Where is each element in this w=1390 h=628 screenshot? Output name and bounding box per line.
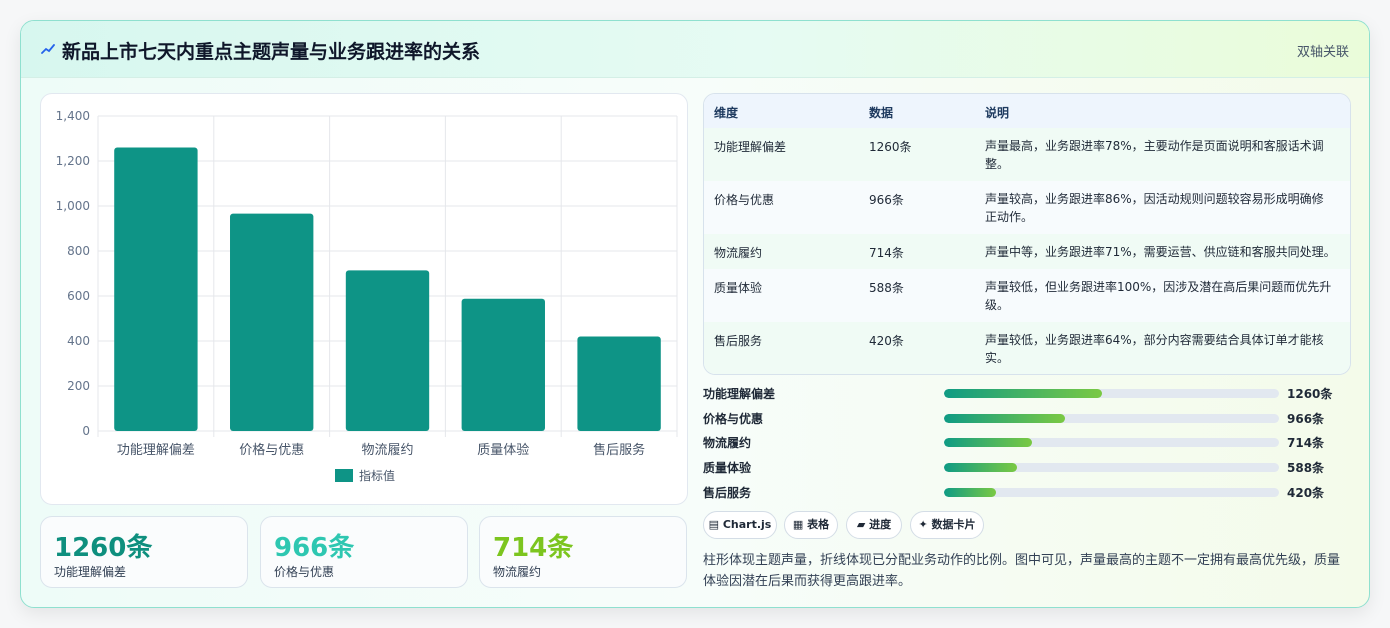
tag-data-card[interactable]: ✦ 数据卡片 [910,511,984,539]
bar [461,298,545,431]
dashboard-card: 新品上市七天内重点主题声量与业务跟进率的关系 双轴关联 0 200 400 600 80… [20,20,1370,608]
stat-card: 1260条 功能理解偏差 [40,516,248,588]
progress-fill [944,389,1103,398]
cell-data: 1260条 [869,140,912,154]
stat-card: 966条 价格与优惠 [260,516,468,588]
stat-label: 功能理解偏差 [54,565,127,579]
dual-axis-label: 双轴关联 [1296,45,1349,60]
progress-label: 物流履约 [703,436,752,450]
table-row: 功能理解偏差 1260条 声量最高，业务跟进率78%，主要动作是页面说明和客服话… [704,128,1350,182]
stat-card: 714条 物流履约 [479,516,687,588]
y-tick-label: 1,200 [56,154,90,168]
bar-chart: 0 200 400 600 800 1,000 1,200 1,400 功能理解偏差 价格与优惠 物… [56,109,678,483]
progress-label: 功能理解偏差 [703,387,776,401]
progress-label: 价格与优惠 [703,412,764,426]
cell-description: 声量较低，但业务跟进率100%，因涉及潜在高后果问题而优先升级。 [985,280,1332,312]
table-row: 质量体验 588条 声量较低，但业务跟进率100%，因涉及潜在高后果问题而优先升… [704,269,1350,323]
y-tick-label: 1,000 [56,199,90,213]
table-header: 维度 数据 说明 [704,94,1350,129]
bar [577,336,661,431]
progress-item: 功能理解偏差 1260条 [703,383,1349,403]
cell-data: 966条 [869,193,904,207]
progress-fill [944,463,1018,472]
column-header: 说明 [985,106,1010,120]
cell-data: 588条 [869,281,904,295]
progress-value: 588条 [1287,461,1325,475]
bar [345,270,430,431]
stat-value: 1260条 [54,533,153,563]
progress-value: 420条 [1287,486,1325,500]
y-tick-label: 1,400 [56,109,90,123]
progress-item: 售后服务 420条 [703,482,1349,502]
cell-dimension: 功能理解偏差 [714,140,787,154]
x-tick-label: 价格与优惠 [239,442,304,458]
x-tick-label: 物流履约 [361,443,413,458]
bar [230,213,314,431]
cell-dimension: 售后服务 [714,334,763,348]
cell-dimension: 价格与优惠 [714,193,775,207]
trend-icon [41,44,55,54]
y-tick-label: 0 [82,424,90,438]
legend-swatch [335,469,353,482]
progress-track [944,438,1279,447]
progress-value: 714条 [1287,436,1325,450]
progress-track [944,414,1279,423]
progress-value: 966条 [1287,412,1325,426]
stat-value: 966条 [274,533,355,563]
tag-table[interactable]: ▦ 表格 [784,511,838,539]
y-tick-label: 600 [67,289,90,303]
tag-progress[interactable]: ▰ 进度 [846,511,902,539]
y-tick-label: 400 [67,334,90,348]
cell-description: 声量较低，业务跟进率64%，部分内容需要结合具体订单才能核实。 [985,333,1324,365]
progress-item: 质量体验 588条 [703,457,1349,477]
stat-label: 价格与优惠 [274,565,335,579]
column-header: 数据 [869,106,894,120]
progress-label: 售后服务 [703,486,752,500]
progress-item: 物流履约 714条 [703,432,1349,452]
data-table: 维度 数据 说明 功能理解偏差 1260条 声量最高，业务跟进率78%，主要动作… [703,93,1351,375]
bar-chart-panel: 0 200 400 600 800 1,000 1,200 1,400 功能理解偏差 价格与优惠 物… [40,93,688,505]
progress-label: 质量体验 [703,461,752,475]
table-row: 物流履约 714条 声量中等，业务跟进率71%，需要运营、供应链和客服共同处理。 [704,234,1350,270]
cell-description: 声量最高，业务跟进率78%，主要动作是页面说明和客服话术调整。 [985,139,1324,171]
progress-item: 价格与优惠 966条 [703,408,1349,428]
x-tick-label: 功能理解偏差 [117,443,195,458]
table-row: 售后服务 420条 声量较低，业务跟进率64%，部分内容需要结合具体订单才能核实… [704,322,1350,374]
cell-dimension: 物流履约 [714,246,763,260]
card-header: 新品上市七天内重点主题声量与业务跟进率的关系 双轴关联 [21,21,1369,78]
cell-description: 声量中等，业务跟进率71%，需要运营、供应链和客服共同处理。 [985,245,1336,259]
progress-value: 1260条 [1287,387,1333,401]
progress-fill [944,488,997,497]
x-tick-label: 售后服务 [593,442,645,458]
x-tick-label: 质量体验 [477,442,529,458]
column-header: 维度 [714,106,739,120]
description-note: 柱形体现主题声量，折线体现已分配业务动作的比例。图中可见，声量最高的主题不一定拥… [703,553,1341,589]
cell-description: 声量较高，业务跟进率86%，因活动规则问题较容易形成明确修正动作。 [985,192,1324,224]
progress-track [944,488,1279,497]
tag-chartjs[interactable]: ▤ Chart.js [703,511,777,539]
progress-fill [944,438,1033,447]
progress-fill [944,414,1065,423]
progress-track [944,389,1279,398]
legend-label: 指标值 [359,468,395,483]
page-title: 新品上市七天内重点主题声量与业务跟进率的关系 [62,41,481,63]
cell-data: 714条 [869,246,904,260]
y-tick-label: 200 [67,379,90,393]
stat-label: 物流履约 [493,565,542,579]
y-tick-label: 800 [67,244,90,258]
progress-track [944,463,1279,472]
stat-value: 714条 [493,533,574,563]
cell-dimension: 质量体验 [714,281,763,295]
cell-data: 420条 [869,334,904,348]
table-row: 价格与优惠 966条 声量较高，业务跟进率86%，因活动规则问题较容易形成明确修… [704,181,1350,235]
bar [114,147,198,431]
